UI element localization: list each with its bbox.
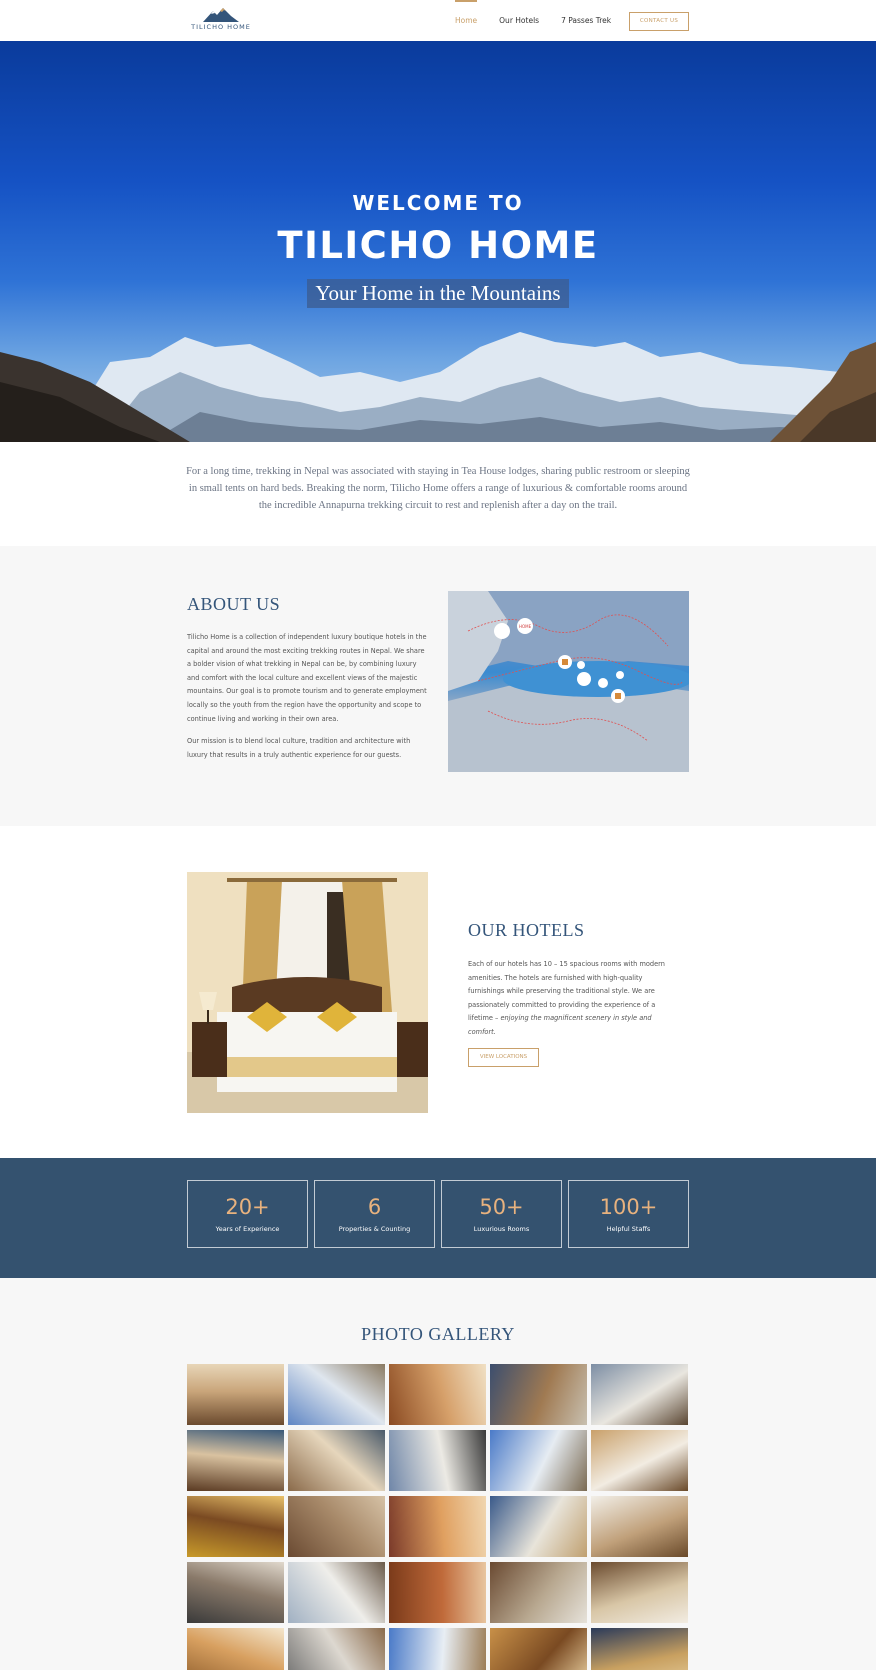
gallery-heading: PHOTO GALLERY (361, 1324, 515, 1344)
gallery-thumbnail[interactable] (288, 1628, 385, 1670)
stats-section: 20+ Years of Experience 6 Properties & C… (0, 1158, 876, 1278)
gallery-thumbnail[interactable] (187, 1430, 284, 1491)
about-paragraph-1: Tilicho Home is a collection of independ… (187, 633, 427, 723)
gallery-thumbnail[interactable] (288, 1430, 385, 1491)
trek-map-image: HOME (448, 591, 689, 772)
stat-years: 20+ Years of Experience (187, 1180, 308, 1248)
logo-text: TILICHO HOME (191, 23, 251, 31)
view-locations-button[interactable]: VIEW LOCATIONS (468, 1048, 539, 1067)
about-section: ABOUT US Tilicho Home is a collection of… (0, 546, 876, 826)
gallery-thumbnail[interactable] (389, 1430, 486, 1491)
logo[interactable]: TILICHO HOME (189, 6, 253, 32)
gallery-thumbnail[interactable] (187, 1496, 284, 1557)
gallery-thumbnail[interactable] (288, 1562, 385, 1623)
gallery-thumbnail[interactable] (187, 1562, 284, 1623)
svg-text:HOME: HOME (519, 624, 532, 629)
gallery-thumbnail[interactable] (288, 1496, 385, 1557)
gallery-thumbnail[interactable] (591, 1562, 688, 1623)
stat-label: Years of Experience (215, 1225, 280, 1233)
nav-our-hotels[interactable]: Our Hotels (499, 0, 539, 41)
hero-banner: WELCOME TO TILICHO HOME Your Home in the… (0, 41, 876, 442)
stat-value: 6 (367, 1195, 382, 1219)
hero-subtitle: Your Home in the Mountains (307, 279, 569, 308)
gallery-section: PHOTO GALLERY (0, 1278, 876, 1670)
hotels-heading: OUR HOTELS (468, 920, 585, 940)
about-heading: ABOUT US (187, 594, 281, 614)
mountain-logo-icon (203, 8, 239, 22)
nav-home[interactable]: Home (455, 0, 478, 41)
top-nav: TILICHO HOME Home Our Hotels 7 Passes Tr… (0, 0, 876, 41)
gallery-thumbnail[interactable] (490, 1496, 587, 1557)
gallery-thumbnail[interactable] (490, 1562, 587, 1623)
gallery-thumbnail[interactable] (389, 1628, 486, 1670)
hero-welcome-text: WELCOME TO (352, 191, 524, 215)
gallery-thumbnail[interactable] (187, 1364, 284, 1425)
gallery-thumbnail[interactable] (389, 1364, 486, 1425)
intro-text: For a long time, trekking in Nepal was a… (186, 466, 690, 511)
stat-rooms: 50+ Luxurious Rooms (441, 1180, 562, 1248)
hotel-bedroom-image (187, 872, 428, 1113)
contact-us-button[interactable]: CONTACT US (629, 12, 689, 31)
nav-links: Home Our Hotels 7 Passes Trek (455, 0, 633, 41)
stat-value: 20+ (225, 1195, 270, 1219)
gallery-thumbnail[interactable] (591, 1496, 688, 1557)
gallery-thumbnail[interactable] (490, 1430, 587, 1491)
stat-staffs: 100+ Helpful Staffs (568, 1180, 689, 1248)
gallery-thumbnail[interactable] (591, 1430, 688, 1491)
nav-7-passes-trek[interactable]: 7 Passes Trek (561, 0, 611, 41)
gallery-thumbnail[interactable] (389, 1562, 486, 1623)
stat-properties: 6 Properties & Counting (314, 1180, 435, 1248)
gallery-thumbnail[interactable] (288, 1364, 385, 1425)
gallery-thumbnail[interactable] (591, 1628, 688, 1670)
hero-title: TILICHO HOME (277, 224, 599, 267)
gallery-thumbnail[interactable] (490, 1364, 587, 1425)
about-paragraph-2: Our mission is to blend local culture, t… (187, 737, 411, 759)
gallery-thumbnail[interactable] (591, 1364, 688, 1425)
mountain-range-image (0, 332, 876, 442)
gallery-thumbnail[interactable] (187, 1628, 284, 1670)
gallery-thumbnail[interactable] (389, 1496, 486, 1557)
stat-label: Luxurious Rooms (473, 1225, 530, 1233)
stat-value: 100+ (599, 1195, 658, 1219)
stat-value: 50+ (479, 1195, 524, 1219)
hotels-paragraph: Each of our hotels has 10 – 15 spacious … (468, 960, 665, 1036)
stat-label: Helpful Staffs (606, 1225, 651, 1233)
gallery-thumbnail[interactable] (490, 1628, 587, 1670)
stat-label: Properties & Counting (338, 1225, 411, 1233)
